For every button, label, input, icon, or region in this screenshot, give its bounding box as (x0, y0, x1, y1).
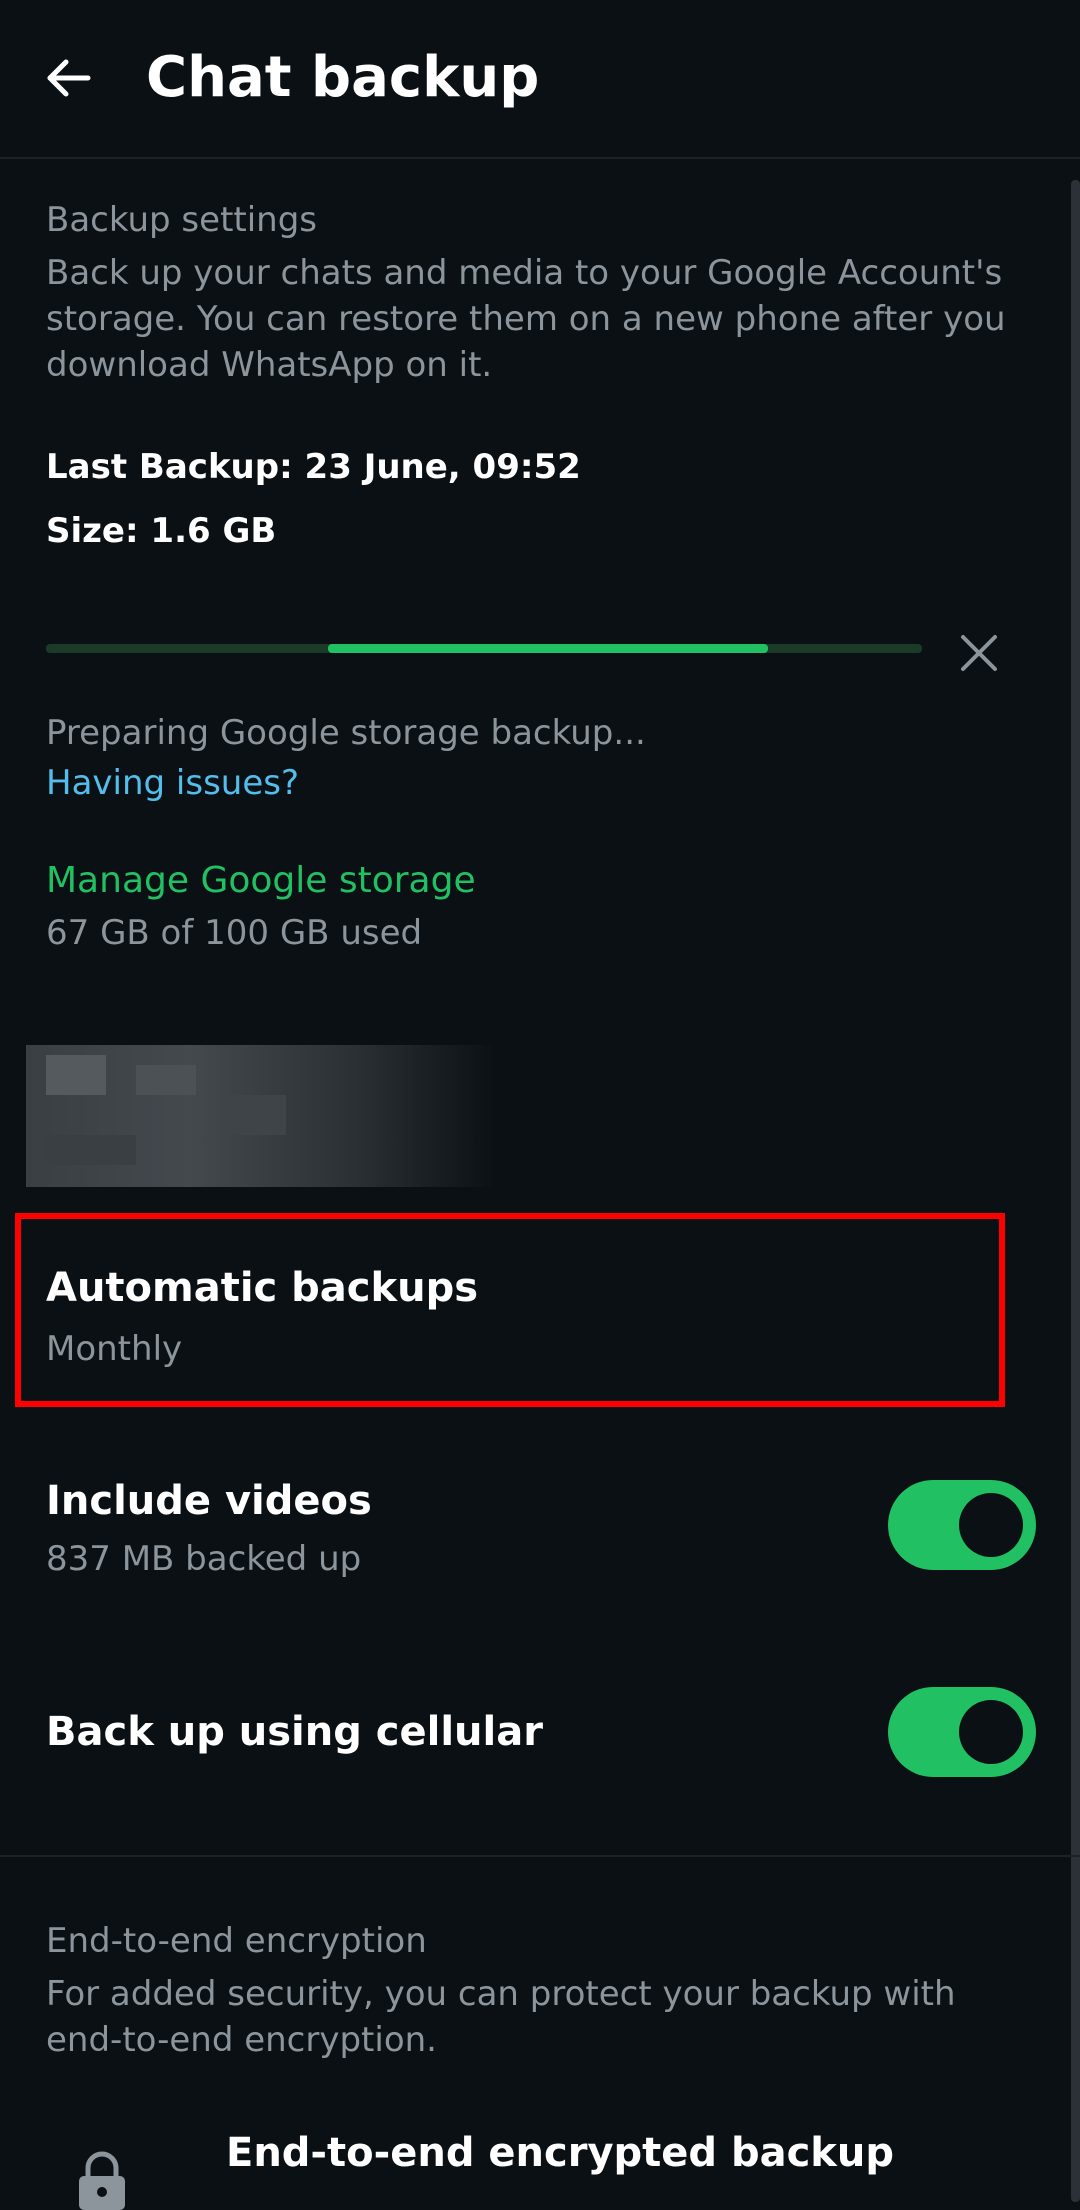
backup-status-text: Preparing Google storage backup... (46, 713, 646, 753)
include-videos-title: Include videos (46, 1478, 372, 1524)
backup-settings-title: Backup settings (46, 200, 318, 240)
progress-indicator (328, 644, 768, 653)
encryption-section-title: End-to-end encryption (46, 1921, 427, 1961)
lock-icon (79, 2151, 125, 2210)
highlight-box (15, 1213, 1005, 1407)
cancel-backup-button[interactable] (952, 626, 1006, 680)
cellular-row[interactable]: Back up using cellular (0, 1680, 1080, 1830)
app-bar: Chat backup (0, 0, 1080, 159)
manage-google-storage-link[interactable]: Manage Google storage (46, 857, 476, 905)
toggle-knob (959, 1493, 1023, 1557)
last-backup-text: Last Backup: 23 June, 09:52 (46, 447, 581, 487)
cellular-title: Back up using cellular (46, 1709, 543, 1755)
scrollbar[interactable] (1071, 180, 1080, 2202)
storage-usage-text: 67 GB of 100 GB used (46, 913, 423, 953)
backup-settings-description: Back up your chats and media to your Goo… (46, 253, 1006, 385)
close-icon (961, 635, 997, 671)
backup-size-text: Size: 1.6 GB (46, 511, 277, 551)
backup-progress-bar (46, 644, 922, 653)
encrypted-backup-title: End-to-end encrypted backup (226, 2130, 895, 2176)
having-issues-link[interactable]: Having issues? (46, 760, 299, 806)
cellular-toggle[interactable] (888, 1687, 1036, 1777)
arrow-left-icon (47, 59, 91, 97)
google-account-row[interactable] (26, 1045, 496, 1187)
section-divider (0, 1855, 1080, 1857)
page-title: Chat backup (146, 45, 540, 110)
include-videos-toggle[interactable] (888, 1480, 1036, 1570)
back-button[interactable] (30, 40, 106, 116)
toggle-knob (959, 1700, 1023, 1764)
include-videos-row[interactable]: Include videos 837 MB backed up (0, 1450, 1080, 1600)
include-videos-subtitle: 837 MB backed up (46, 1539, 362, 1579)
encryption-description: For added security, you can protect your… (46, 1974, 956, 2060)
